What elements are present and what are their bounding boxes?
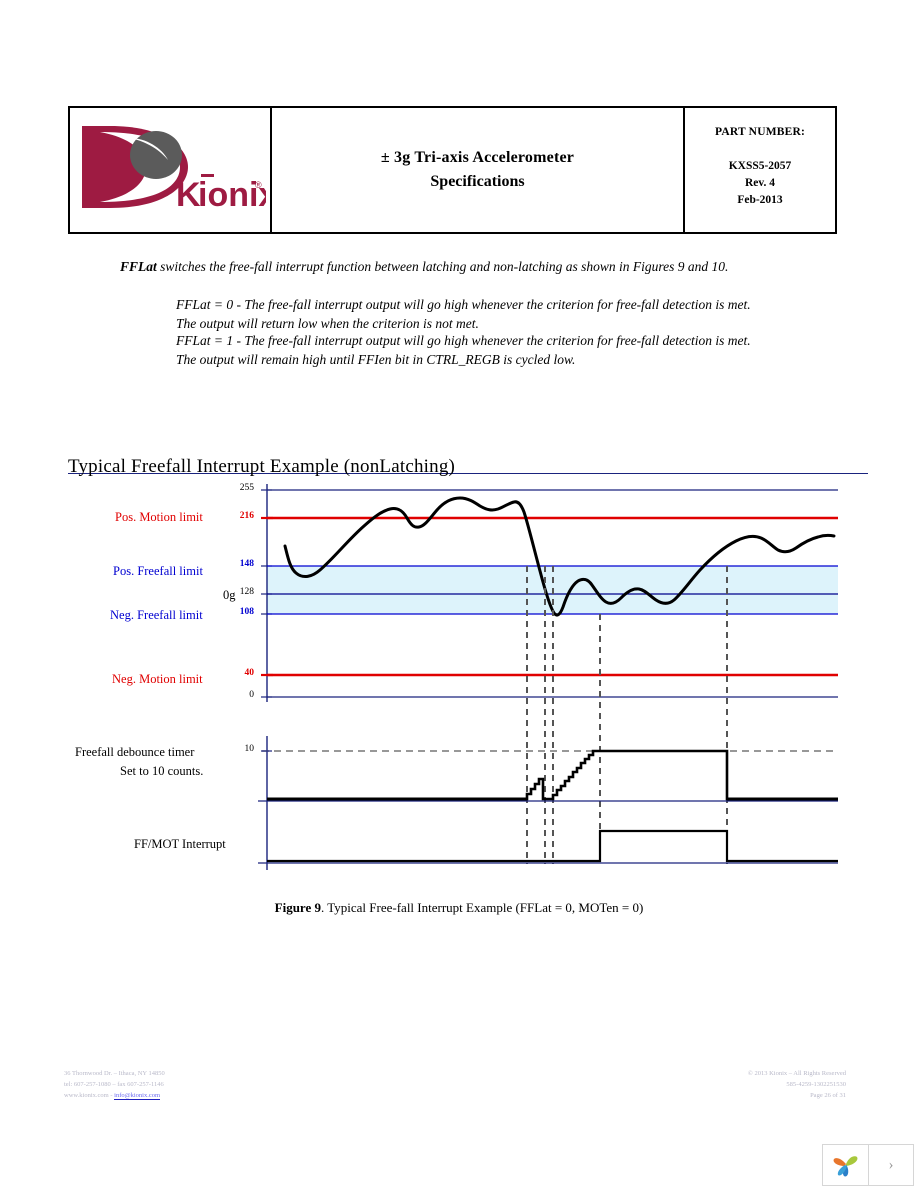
label-pos-motion-limit: Pos. Motion limit — [115, 510, 203, 524]
figure-caption: Figure 9. Typical Free-fall Interrupt Ex… — [0, 900, 918, 916]
viewer-widget-logo-cell[interactable] — [823, 1145, 869, 1185]
app-logo-icon — [833, 1156, 857, 1177]
paragraph-fflat-intro-text: switches the free-fall interrupt functio… — [156, 259, 729, 274]
header-title-line1: ± 3g Tri-axis Accelerometer — [380, 149, 575, 166]
ytick-10-debounce: 10 — [244, 744, 255, 754]
paragraph-fflat-zero: FFLat = 0 - The free-fall interrupt outp… — [176, 297, 751, 331]
ytick-216: 216 — [239, 511, 254, 521]
label-debounce-timer-line1: Freefall debounce timer — [75, 745, 195, 759]
figure-block: Typical Freefall Interrupt Example (nonL… — [0, 440, 918, 920]
date-value: Feb-2013 — [737, 194, 783, 206]
ytick-108: 108 — [239, 607, 254, 617]
footer-legal-block: © 2013 Kionix – All Rights Reserved 585-… — [748, 1068, 846, 1101]
ytick-40: 40 — [244, 668, 255, 678]
header-title-line2: Specifications — [430, 173, 525, 190]
revision-value: Rev. 4 — [744, 177, 776, 189]
viewer-widget[interactable]: › — [822, 1144, 914, 1186]
figure-caption-number: Figure 9 — [274, 900, 321, 915]
ytick-255: 255 — [239, 483, 254, 493]
fflat-term: FFLat — [120, 259, 157, 274]
ytick-0: 0 — [249, 690, 254, 700]
footer-email-link[interactable]: info@kionix.com — [114, 1092, 161, 1100]
footer-page-number: Page 26 of 31 — [810, 1092, 846, 1099]
footer-phone: tel: 607-257-1080 – fax 607-257-1146 — [64, 1081, 164, 1088]
footer-website[interactable]: www.kionix.com - — [64, 1092, 114, 1099]
label-pos-freefall-limit: Pos. Freefall limit — [113, 564, 203, 578]
part-number-label: PART NUMBER: — [714, 126, 806, 138]
figure-caption-text: . Typical Free-fall Interrupt Example (F… — [320, 900, 644, 915]
header-title-cell: ± 3g Tri-axis Accelerometer Specificatio… — [272, 108, 685, 232]
part-number-value: KXSS5-2057 — [728, 160, 792, 172]
paragraph-fflat-intro: FFLat switches the free-fall interrupt f… — [120, 258, 760, 277]
document-header-table: K ionix ® ± 3g Tri-axis Accelerometer Sp… — [68, 106, 837, 234]
footer-web-line: www.kionix.com - info@kionix.com — [64, 1090, 165, 1101]
footer-document-number: 585-4259-1302251530 — [786, 1081, 846, 1088]
footer-copyright: © 2013 Kionix – All Rights Reserved — [747, 1070, 846, 1077]
kionix-logo: K ionix ® — [82, 126, 277, 214]
header-part-cell: PART NUMBER: KXSS5-2057 Rev. 4 Feb-2013 — [685, 108, 835, 232]
footer-contact-block: 36 Thornwood Dr. – Ithaca, NY 14850 tel:… — [64, 1068, 165, 1101]
ytick-128: 128 — [239, 587, 254, 597]
figure-title: Typical Freefall Interrupt Example (nonL… — [68, 456, 456, 477]
label-neg-freefall-limit: Neg. Freefall limit — [110, 608, 203, 622]
label-ff-mot-interrupt: FF/MOT Interrupt — [134, 837, 226, 851]
label-neg-motion-limit: Neg. Motion limit — [112, 672, 203, 686]
document-page: K ionix ® ± 3g Tri-axis Accelerometer Sp… — [0, 0, 918, 1188]
label-debounce-timer-line2: Set to 10 counts. — [120, 764, 204, 778]
ytick-148: 148 — [239, 559, 254, 569]
paragraph-fflat-one: FFLat = 1 - The free-fall interrupt outp… — [176, 333, 751, 367]
page-footer: 36 Thornwood Dr. – Ithaca, NY 14850 tel:… — [0, 1068, 918, 1114]
svg-text:®: ® — [255, 180, 262, 190]
header-logo-cell: K ionix ® — [70, 108, 277, 232]
footer-address: 36 Thornwood Dr. – Ithaca, NY 14850 — [64, 1070, 165, 1077]
next-page-button[interactable]: › — [869, 1145, 913, 1185]
